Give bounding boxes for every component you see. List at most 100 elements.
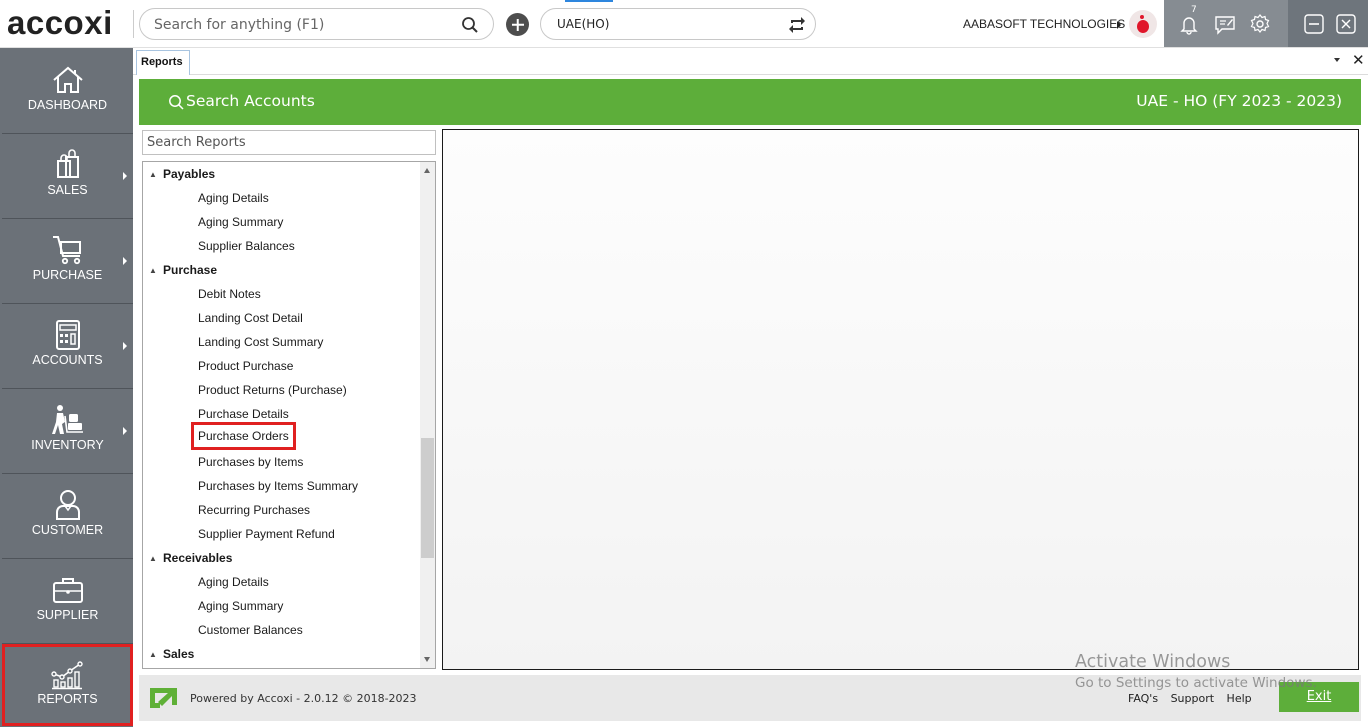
accoxi-logo: accoxi	[7, 4, 113, 42]
minimize-icon[interactable]	[1303, 13, 1325, 35]
tab-dropdown-icon[interactable]	[1334, 58, 1340, 62]
scroll-up-icon[interactable]	[424, 168, 430, 173]
search-icon[interactable]	[461, 16, 479, 34]
close-icon[interactable]	[1335, 13, 1357, 35]
tree-item[interactable]: Debit Notes	[198, 286, 261, 310]
gear-icon[interactable]	[1249, 13, 1271, 35]
caret-right-icon[interactable]	[1117, 21, 1121, 29]
global-search-input[interactable]	[154, 15, 454, 35]
tree-item[interactable]: Aging Details	[198, 190, 269, 214]
branch-selector[interactable]: UAE(HO)	[540, 8, 816, 40]
sidebar-item-accounts[interactable]: ACCOUNTS	[2, 305, 133, 389]
sidebar-item-supplier[interactable]: SUPPLIER	[2, 560, 133, 644]
briefcase-icon	[52, 578, 83, 603]
faq-link[interactable]: FAQ's	[1128, 692, 1158, 705]
home-icon	[52, 66, 83, 93]
tree-item-label: Aging Summary	[198, 215, 284, 229]
tree-item[interactable]: Supplier Balances	[198, 238, 295, 262]
tree-item-label: Aging Details	[198, 575, 269, 589]
sidebar: DASHBOARD SALES PURCHASE ACCOUNTS INVENT…	[0, 48, 133, 727]
fiscal-year-label: UAE - HO (FY 2023 - 2023)	[1136, 92, 1342, 110]
sidebar-item-label: REPORTS	[37, 692, 98, 706]
tree-item-label: Aging Summary	[198, 599, 284, 613]
tree-item[interactable]: Product Returns (Purchase)	[198, 382, 347, 406]
footer: Powered by Accoxi - 2.0.12 © 2018-2023 F…	[139, 675, 1361, 721]
powered-by-text: Powered by Accoxi - 2.0.12 © 2018-2023	[190, 692, 417, 705]
sidebar-item-label: CUSTOMER	[31, 523, 104, 537]
toolbar-tools	[1164, 0, 1288, 47]
tree-item-label: Sales	[163, 647, 195, 661]
cart-icon	[52, 236, 81, 265]
sidebar-item-dashboard[interactable]: DASHBOARD	[2, 50, 133, 134]
tree-item[interactable]: Landing Cost Summary	[198, 334, 323, 358]
help-link[interactable]: Help	[1227, 692, 1252, 705]
global-search-box[interactable]	[139, 8, 494, 40]
tree-item-label: Product Returns (Purchase)	[198, 383, 347, 397]
tree-item[interactable]: Landing Cost Detail	[198, 310, 303, 334]
accoxi-mark-icon	[150, 688, 177, 708]
chart-icon	[50, 661, 83, 690]
message-edit-icon[interactable]	[1214, 13, 1236, 35]
search-accounts-button[interactable]: Search Accounts	[168, 92, 315, 110]
branch-value: UAE(HO)	[557, 17, 610, 31]
footer-links: FAQ's Support Help	[1128, 692, 1261, 705]
tree-item-label: Payables	[163, 167, 216, 181]
calculator-icon	[55, 320, 80, 350]
sidebar-item-reports[interactable]: REPORTS	[2, 644, 133, 726]
tree-scrollbar[interactable]	[420, 162, 435, 668]
search-reports-box[interactable]	[142, 130, 436, 155]
tree-item-label: Purchase	[163, 263, 218, 277]
tree-item-label: Purchase Details	[198, 407, 289, 421]
collapse-chevron-icon[interactable]: ▲	[149, 551, 163, 567]
tree-item-label: Customer Balances	[198, 623, 303, 637]
notification-count: 7	[1191, 5, 1197, 15]
support-link[interactable]: Support	[1171, 692, 1214, 705]
report-viewer-panel	[442, 129, 1359, 670]
tree-item-label: Product Purchase	[198, 359, 294, 373]
tree-item-label: Receivables	[163, 551, 233, 565]
reports-tree: ▲ Payables Aging Details Aging Summary Suppl…	[142, 161, 436, 669]
scroll-thumb[interactable]	[421, 438, 434, 558]
tree-item-highlighted[interactable]: Purchase Orders	[191, 422, 296, 450]
collapse-chevron-icon[interactable]: ▲	[149, 647, 163, 663]
tree-item[interactable]: Supplier Payment Refund	[198, 526, 335, 550]
sidebar-item-customer[interactable]: CUSTOMER	[2, 475, 133, 559]
tree-item[interactable]: Aging Summary	[198, 214, 283, 238]
tree-item[interactable]: Product Purchase	[198, 358, 293, 382]
sidebar-item-sales[interactable]: SALES	[2, 135, 133, 219]
company-name[interactable]: AABASOFT TECHNOLOGIES	[963, 17, 1125, 31]
scroll-down-icon[interactable]	[424, 657, 430, 662]
tree-item[interactable]: Purchases by Items	[198, 454, 303, 478]
sidebar-item-purchase[interactable]: PURCHASE	[2, 220, 133, 304]
tree-item-label: Landing Cost Detail	[198, 311, 303, 325]
tree-item-label: Debit Notes	[198, 287, 261, 301]
exit-button[interactable]: Exit	[1279, 682, 1359, 712]
exit-label: Exit	[1306, 689, 1332, 704]
tree-group[interactable]: ▲ Sales	[149, 646, 195, 668]
search-reports-input[interactable]	[143, 131, 435, 154]
tree-item[interactable]: Purchases by Items Summary	[198, 478, 358, 502]
tree-item[interactable]: Aging Details	[198, 574, 269, 598]
tree-item[interactable]: Recurring Purchases	[198, 502, 310, 526]
add-new-button[interactable]	[506, 13, 529, 36]
tree-item-label: Supplier Payment Refund	[198, 527, 335, 541]
tree-item-label: Purchase Orders	[198, 429, 289, 443]
search-accounts-label: Search Accounts	[186, 92, 315, 110]
bell-icon[interactable]	[1178, 13, 1200, 35]
tab-close-icon[interactable]: ✕	[1352, 51, 1365, 69]
sidebar-item-label: PURCHASE	[32, 268, 103, 282]
collapse-chevron-icon[interactable]: ▲	[149, 167, 163, 183]
tree-item[interactable]: Aging Summary	[198, 598, 283, 622]
tree-group[interactable]: ▲ Purchase	[149, 262, 217, 286]
tree-group[interactable]: ▲ Payables	[149, 166, 215, 190]
collapse-chevron-icon[interactable]: ▲	[149, 263, 163, 279]
sidebar-item-label: SALES	[47, 183, 88, 197]
company-avatar[interactable]	[1129, 10, 1157, 38]
tree-item[interactable]: Customer Balances	[198, 622, 303, 646]
sidebar-item-inventory[interactable]: INVENTORY	[2, 390, 133, 474]
switch-branch-icon[interactable]	[787, 15, 807, 35]
submenu-arrow-icon	[123, 172, 127, 180]
reports-header: Search Accounts UAE - HO (FY 2023 - 2023…	[139, 79, 1361, 125]
tab-reports[interactable]: Reports	[136, 50, 190, 75]
tree-group[interactable]: ▲ Receivables	[149, 550, 232, 574]
